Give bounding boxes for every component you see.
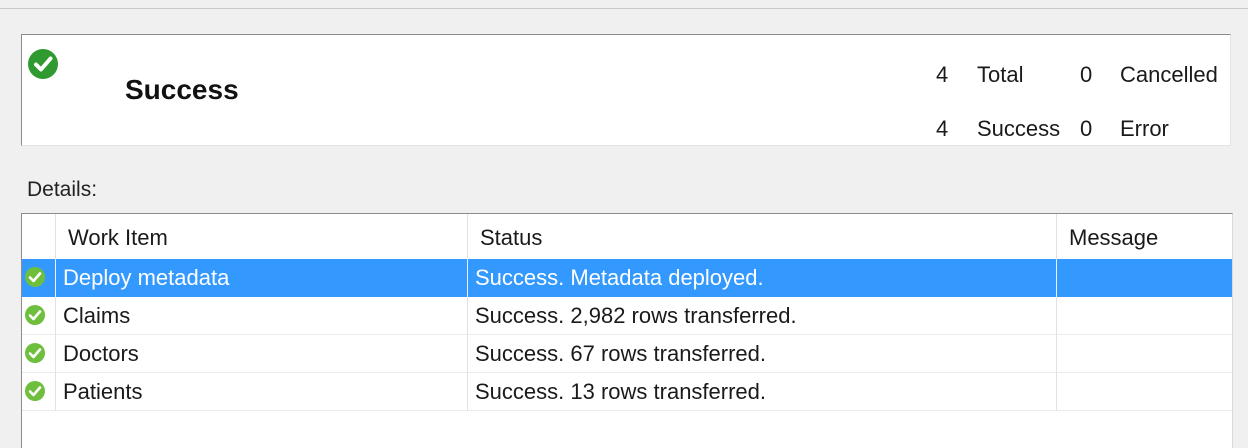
column-divider [467,297,468,335]
status-cell: Success. Metadata deployed. [475,265,764,290]
success-check-icon [25,343,45,363]
error-count: 0 [1080,116,1093,141]
column-divider [1056,259,1057,297]
status-cell: Success. 13 rows transferred. [475,379,767,404]
column-divider [55,373,56,411]
error-label: Error [1120,116,1169,141]
column-divider [1056,373,1057,411]
status-cell: Success. 67 rows transferred. [475,341,767,366]
column-header-status[interactable]: Status [480,224,542,252]
status-cell: Success. 2,982 rows transferred. [475,303,797,328]
summary-title: Success [125,74,239,105]
header-divider[interactable] [467,214,468,259]
column-header-message[interactable]: Message [1069,224,1158,252]
success-label: Success [977,116,1061,141]
top-divider [0,8,1248,9]
success-check-icon [25,267,45,287]
table-row[interactable]: Patients Success. 13 rows transferred. [22,373,1232,411]
cancelled-label: Cancelled [1120,62,1218,87]
column-divider [55,259,56,297]
column-divider [55,297,56,335]
cancelled-count: 0 [1080,62,1093,87]
column-divider [467,259,468,297]
work-item-cell: Patients [63,379,143,404]
column-divider [55,335,56,373]
success-check-icon [25,305,45,325]
work-item-cell: Doctors [63,341,139,366]
column-divider [1056,335,1057,373]
header-divider[interactable] [1056,214,1057,259]
details-label: Details: [27,178,98,201]
success-check-icon [25,381,45,401]
summary-panel: Success 4 Total 0 Cancelled 4 Success 0 … [21,34,1231,146]
column-header-work-item[interactable]: Work Item [68,224,168,252]
total-label: Total [977,62,1024,87]
work-items-table: Work Item Status Message Deploy metadata… [21,213,1233,448]
work-item-cell: Deploy metadata [63,265,230,290]
table-row[interactable]: Deploy metadata Success. Metadata deploy… [22,259,1232,297]
success-check-icon [28,49,58,79]
success-count: 4 [936,116,949,141]
total-count: 4 [936,62,949,87]
column-divider [467,373,468,411]
column-divider [467,335,468,373]
work-item-cell: Claims [63,303,131,328]
column-divider [1056,297,1057,335]
table-row[interactable]: Doctors Success. 67 rows transferred. [22,335,1232,373]
table-row[interactable]: Claims Success. 2,982 rows transferred. [22,297,1232,335]
header-divider[interactable] [55,214,56,259]
